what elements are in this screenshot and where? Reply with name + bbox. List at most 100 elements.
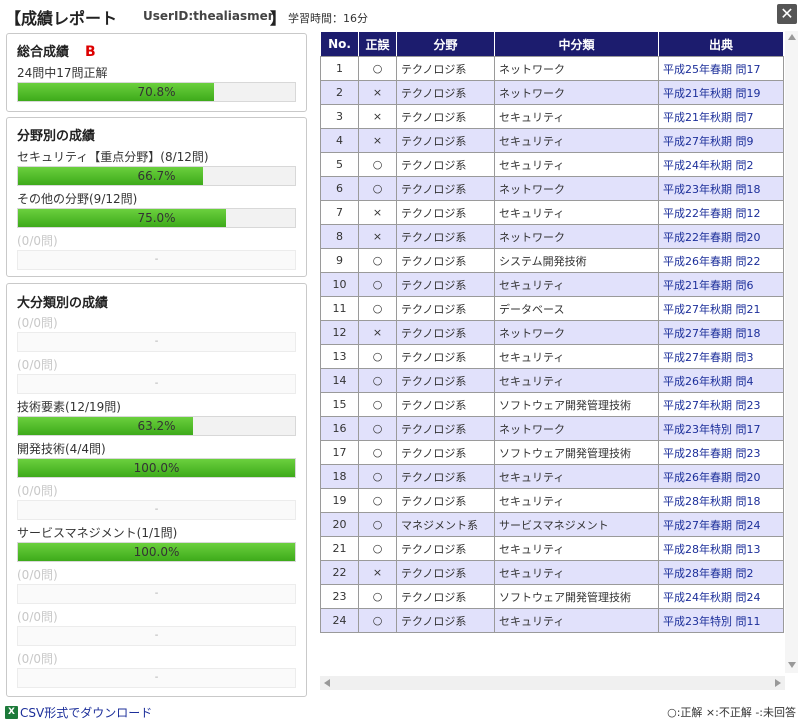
score-label: サービスマネジメント(1/1問) [17, 526, 178, 540]
row-number: 6 [320, 176, 359, 201]
row-field: テクノロジ系 [396, 440, 495, 465]
row-number: 10 [320, 272, 359, 297]
row-source[interactable]: 平成22年春期 問20 [658, 224, 784, 249]
row-number: 19 [320, 488, 359, 513]
row-source[interactable]: 平成23年特別 問11 [658, 608, 784, 633]
table-row[interactable]: 17 ○ テクノロジ系 ソフトウェア開発管理技術 平成28年春期 問23 [320, 440, 784, 465]
header-result[interactable]: 正誤 [358, 31, 397, 57]
table-row[interactable]: 19 ○ テクノロジ系 セキュリティ 平成28年秋期 問18 [320, 488, 784, 513]
table-row[interactable]: 5 ○ テクノロジ系 セキュリティ 平成24年秋期 問2 [320, 152, 784, 177]
table-row[interactable]: 11 ○ テクノロジ系 データベース 平成27年秋期 問21 [320, 296, 784, 321]
report-title: 【成績レポート [5, 9, 118, 28]
row-result-mark: ○ [358, 584, 397, 609]
row-field: テクノロジ系 [396, 128, 495, 153]
row-category: セキュリティ [494, 200, 659, 225]
table-row[interactable]: 12 × テクノロジ系 ネットワーク 平成27年春期 問18 [320, 320, 784, 345]
csv-download-label[interactable]: CSV形式でダウンロード [20, 706, 152, 720]
close-button[interactable]: ✕ [777, 4, 797, 24]
row-source[interactable]: 平成23年特別 問17 [658, 416, 784, 441]
table-row[interactable]: 2 × テクノロジ系 ネットワーク 平成21年秋期 問19 [320, 80, 784, 105]
row-source[interactable]: 平成24年秋期 問24 [658, 584, 784, 609]
table-row[interactable]: 10 ○ テクノロジ系 セキュリティ 平成21年春期 問6 [320, 272, 784, 297]
row-number: 5 [320, 152, 359, 177]
row-result-mark: ○ [358, 464, 397, 489]
header-field[interactable]: 分野 [396, 31, 495, 57]
row-field: テクノロジ系 [396, 584, 495, 609]
row-source[interactable]: 平成21年秋期 問19 [658, 80, 784, 105]
row-source[interactable]: 平成23年秋期 問18 [658, 176, 784, 201]
horizontal-scrollbar[interactable] [320, 676, 785, 690]
table-row[interactable]: 14 ○ テクノロジ系 セキュリティ 平成26年秋期 問4 [320, 368, 784, 393]
row-source[interactable]: 平成28年秋期 問13 [658, 536, 784, 561]
scroll-down-icon[interactable] [788, 662, 796, 668]
csv-download-link[interactable]: X CSV形式でダウンロード [5, 704, 152, 720]
table-row[interactable]: 22 × テクノロジ系 セキュリティ 平成28年春期 問2 [320, 560, 784, 585]
row-category: システム開発技術 [494, 248, 659, 273]
overall-progress-label: 70.8% [137, 85, 176, 99]
table-row[interactable]: 8 × テクノロジ系 ネットワーク 平成22年春期 問20 [320, 224, 784, 249]
row-field: テクノロジ系 [396, 152, 495, 177]
row-source[interactable]: 平成27年秋期 問23 [658, 392, 784, 417]
table-row[interactable]: 13 ○ テクノロジ系 セキュリティ 平成27年春期 問3 [320, 344, 784, 369]
row-source[interactable]: 平成27年春期 問24 [658, 512, 784, 537]
table-row[interactable]: 18 ○ テクノロジ系 セキュリティ 平成26年春期 問20 [320, 464, 784, 489]
row-source[interactable]: 平成26年春期 問22 [658, 248, 784, 273]
row-category: ソフトウェア開発管理技術 [494, 584, 659, 609]
row-result-mark: × [358, 560, 397, 585]
table-row[interactable]: 24 ○ テクノロジ系 セキュリティ 平成23年特別 問11 [320, 608, 784, 633]
row-category: ネットワーク [494, 416, 659, 441]
row-source[interactable]: 平成22年春期 問12 [658, 200, 784, 225]
header-no[interactable]: No. [320, 31, 359, 57]
row-field: テクノロジ系 [396, 368, 495, 393]
table-row[interactable]: 16 ○ テクノロジ系 ネットワーク 平成23年特別 問17 [320, 416, 784, 441]
study-time: 学習時間：16分 [288, 12, 368, 25]
row-category: データベース [494, 296, 659, 321]
table-row[interactable]: 7 × テクノロジ系 セキュリティ 平成22年春期 問12 [320, 200, 784, 225]
row-source[interactable]: 平成21年秋期 問7 [658, 104, 784, 129]
scroll-up-icon[interactable] [788, 34, 796, 40]
row-category: セキュリティ [494, 152, 659, 177]
row-number: 23 [320, 584, 359, 609]
table-row[interactable]: 1 ○ テクノロジ系 ネットワーク 平成25年春期 問17 [320, 56, 784, 81]
row-source[interactable]: 平成28年春期 問2 [658, 560, 784, 585]
row-source[interactable]: 平成27年春期 問18 [658, 320, 784, 345]
row-source[interactable]: 平成28年春期 問23 [658, 440, 784, 465]
row-source[interactable]: 平成24年秋期 問2 [658, 152, 784, 177]
header-category[interactable]: 中分類 [494, 31, 659, 57]
table-row[interactable]: 3 × テクノロジ系 セキュリティ 平成21年秋期 問7 [320, 104, 784, 129]
table-row[interactable]: 21 ○ テクノロジ系 セキュリティ 平成28年秋期 問13 [320, 536, 784, 561]
row-category: ネットワーク [494, 176, 659, 201]
scroll-right-icon[interactable] [775, 679, 781, 687]
table-row[interactable]: 23 ○ テクノロジ系 ソフトウェア開発管理技術 平成24年秋期 問24 [320, 584, 784, 609]
row-category: ソフトウェア開発管理技術 [494, 392, 659, 417]
score-label: (0/0問) [17, 234, 58, 248]
row-source[interactable]: 平成26年秋期 問4 [658, 368, 784, 393]
row-result-mark: ○ [358, 392, 397, 417]
row-number: 9 [320, 248, 359, 273]
table-row[interactable]: 15 ○ テクノロジ系 ソフトウェア開発管理技術 平成27年秋期 問23 [320, 392, 784, 417]
row-source[interactable]: 平成28年秋期 問18 [658, 488, 784, 513]
header-source[interactable]: 出典 [658, 31, 784, 57]
row-field: テクノロジ系 [396, 200, 495, 225]
table-row[interactable]: 4 × テクノロジ系 セキュリティ 平成27年秋期 問9 [320, 128, 784, 153]
row-field: テクノロジ系 [396, 104, 495, 129]
row-source[interactable]: 平成21年春期 問6 [658, 272, 784, 297]
row-number: 21 [320, 536, 359, 561]
scroll-left-icon[interactable] [324, 679, 330, 687]
row-category: セキュリティ [494, 608, 659, 633]
row-source[interactable]: 平成25年春期 問17 [658, 56, 784, 81]
row-number: 1 [320, 56, 359, 81]
table-row[interactable]: 20 ○ マネジメント系 サービスマネジメント 平成27年春期 問24 [320, 512, 784, 537]
title-bar: 【成績レポート UserID:thealiasmen 】 学習時間：16分 ✕ [0, 0, 800, 30]
row-source[interactable]: 平成27年秋期 問9 [658, 128, 784, 153]
major-category-panel: 大分類別の成績 (0/0問) - (0/0問) - 技術要素(12/19問) 63.2% 開… [6, 283, 307, 697]
row-source[interactable]: 平成26年春期 問20 [658, 464, 784, 489]
score-progress-label: - [154, 672, 159, 683]
vertical-scrollbar[interactable] [785, 31, 798, 673]
row-source[interactable]: 平成27年秋期 問21 [658, 296, 784, 321]
score-progress-label: - [154, 630, 159, 641]
row-source[interactable]: 平成27年春期 問3 [658, 344, 784, 369]
table-row[interactable]: 9 ○ テクノロジ系 システム開発技術 平成26年春期 問22 [320, 248, 784, 273]
table-row[interactable]: 6 ○ テクノロジ系 ネットワーク 平成23年秋期 問18 [320, 176, 784, 201]
row-result-mark: ○ [358, 248, 397, 273]
